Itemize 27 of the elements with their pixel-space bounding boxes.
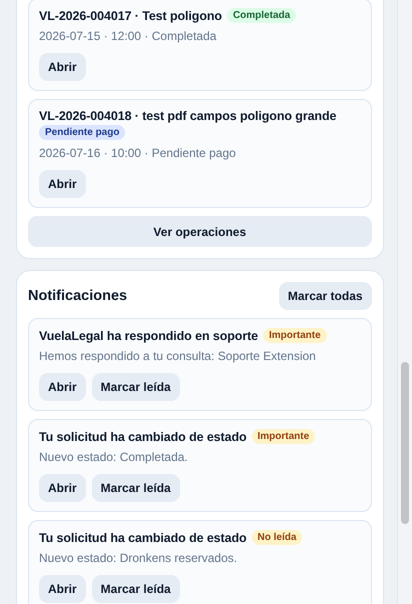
mark-read-button[interactable]: Marcar leída: [92, 474, 180, 502]
item-title: VuelaLegal ha respondido en soporte: [39, 328, 258, 342]
mark-read-button[interactable]: Marcar leída: [92, 575, 180, 603]
status-badge: Importante: [252, 429, 316, 444]
status-badge: Completada: [226, 8, 296, 23]
scrollbar-thumb[interactable]: [400, 362, 409, 524]
item-title: VL-2026-004018 · test pdf campos poligono grande: [39, 109, 336, 123]
view-operations-button[interactable]: Ver operaciones: [28, 216, 372, 247]
item-subtitle: Hemos respondido a tu consulta: Soporte Extension: [39, 349, 317, 363]
open-button[interactable]: Abrir: [39, 170, 86, 198]
status-badge: No leída: [252, 530, 302, 545]
status-badge: Pendiente pago: [39, 125, 126, 140]
mark-all-button[interactable]: Marcar todas: [278, 282, 372, 310]
item-subtitle: 2026-07-15 · 12:00 · Completada: [39, 29, 218, 43]
item-subtitle: Nuevo estado: Completada.: [39, 450, 189, 464]
item-title: Tu solicitud ha cambiado de estado: [39, 530, 247, 544]
item-subtitle: Nuevo estado: Dronkens reservados.: [39, 551, 238, 565]
open-button[interactable]: Abrir: [39, 474, 86, 502]
section-title: Notificaciones: [28, 288, 128, 304]
item-title: Tu solicitud ha cambiado de estado: [39, 430, 247, 444]
status-badge: Importante: [263, 328, 327, 343]
mark-read-button[interactable]: Marcar leída: [92, 373, 180, 401]
open-button[interactable]: Abrir: [39, 575, 86, 603]
open-button[interactable]: Abrir: [39, 53, 86, 81]
item-subtitle: 2026-07-16 · 10:00 · Pendiente pago: [39, 146, 237, 160]
item-title: VL-2026-004017 · Test poligono: [39, 8, 222, 22]
open-button[interactable]: Abrir: [39, 373, 86, 401]
